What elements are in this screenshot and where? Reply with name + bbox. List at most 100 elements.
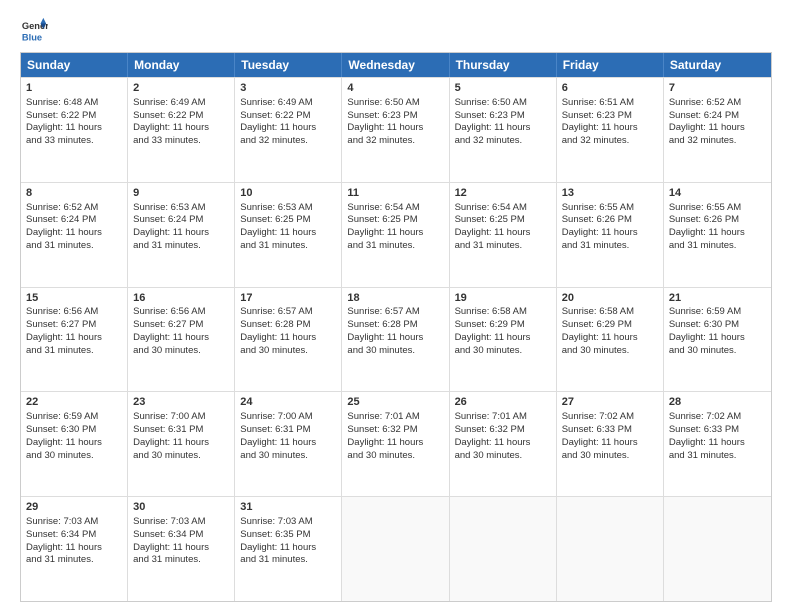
calendar-cell: 8 Sunrise: 6:52 AM Sunset: 6:24 PM Dayli… bbox=[21, 183, 128, 287]
sunrise-label: Sunrise: 6:59 AM bbox=[669, 306, 741, 317]
sunset-label: Sunset: 6:27 PM bbox=[26, 319, 96, 330]
logo: General Blue bbox=[20, 16, 52, 44]
daylight-minutes: and 30 minutes. bbox=[562, 450, 630, 461]
calendar-cell: 15 Sunrise: 6:56 AM Sunset: 6:27 PM Dayl… bbox=[21, 288, 128, 392]
sunset-label: Sunset: 6:34 PM bbox=[133, 529, 203, 540]
daylight-minutes: and 33 minutes. bbox=[26, 135, 94, 146]
daylight-label: Daylight: 11 hours bbox=[240, 542, 316, 553]
page: General Blue SundayMondayTuesdayWednesda… bbox=[0, 0, 792, 612]
sunset-label: Sunset: 6:27 PM bbox=[133, 319, 203, 330]
calendar-header: SundayMondayTuesdayWednesdayThursdayFrid… bbox=[21, 53, 771, 77]
sunset-label: Sunset: 6:24 PM bbox=[133, 214, 203, 225]
calendar-cell: 18 Sunrise: 6:57 AM Sunset: 6:28 PM Dayl… bbox=[342, 288, 449, 392]
daylight-minutes: and 31 minutes. bbox=[240, 240, 308, 251]
sunset-label: Sunset: 6:34 PM bbox=[26, 529, 96, 540]
sunset-label: Sunset: 6:24 PM bbox=[669, 110, 739, 121]
calendar-cell: 14 Sunrise: 6:55 AM Sunset: 6:26 PM Dayl… bbox=[664, 183, 771, 287]
daylight-minutes: and 30 minutes. bbox=[669, 345, 737, 356]
sunset-label: Sunset: 6:23 PM bbox=[347, 110, 417, 121]
sunset-label: Sunset: 6:29 PM bbox=[562, 319, 632, 330]
sunrise-label: Sunrise: 7:02 AM bbox=[669, 411, 741, 422]
daylight-label: Daylight: 11 hours bbox=[26, 227, 102, 238]
calendar-cell: 24 Sunrise: 7:00 AM Sunset: 6:31 PM Dayl… bbox=[235, 392, 342, 496]
calendar-cell: 2 Sunrise: 6:49 AM Sunset: 6:22 PM Dayli… bbox=[128, 78, 235, 182]
day-number: 2 bbox=[133, 81, 229, 96]
sunrise-label: Sunrise: 6:55 AM bbox=[669, 202, 741, 213]
daylight-minutes: and 30 minutes. bbox=[455, 450, 523, 461]
sunset-label: Sunset: 6:23 PM bbox=[562, 110, 632, 121]
day-number: 31 bbox=[240, 500, 336, 515]
calendar-cell: 13 Sunrise: 6:55 AM Sunset: 6:26 PM Dayl… bbox=[557, 183, 664, 287]
daylight-label: Daylight: 11 hours bbox=[669, 437, 745, 448]
daylight-minutes: and 31 minutes. bbox=[669, 240, 737, 251]
daylight-label: Daylight: 11 hours bbox=[26, 542, 102, 553]
sunrise-label: Sunrise: 6:53 AM bbox=[133, 202, 205, 213]
day-number: 11 bbox=[347, 186, 443, 201]
calendar-cell: 5 Sunrise: 6:50 AM Sunset: 6:23 PM Dayli… bbox=[450, 78, 557, 182]
sunrise-label: Sunrise: 6:49 AM bbox=[133, 97, 205, 108]
logo-icon: General Blue bbox=[20, 16, 48, 44]
sunset-label: Sunset: 6:31 PM bbox=[133, 424, 203, 435]
sunset-label: Sunset: 6:25 PM bbox=[240, 214, 310, 225]
daylight-label: Daylight: 11 hours bbox=[133, 227, 209, 238]
sunset-label: Sunset: 6:25 PM bbox=[455, 214, 525, 225]
daylight-minutes: and 31 minutes. bbox=[133, 240, 201, 251]
daylight-label: Daylight: 11 hours bbox=[133, 542, 209, 553]
calendar: SundayMondayTuesdayWednesdayThursdayFrid… bbox=[20, 52, 772, 602]
daylight-minutes: and 31 minutes. bbox=[26, 554, 94, 565]
sunset-label: Sunset: 6:25 PM bbox=[347, 214, 417, 225]
day-number: 18 bbox=[347, 291, 443, 306]
daylight-label: Daylight: 11 hours bbox=[26, 122, 102, 133]
calendar-cell: 25 Sunrise: 7:01 AM Sunset: 6:32 PM Dayl… bbox=[342, 392, 449, 496]
daylight-minutes: and 32 minutes. bbox=[240, 135, 308, 146]
sunset-label: Sunset: 6:33 PM bbox=[562, 424, 632, 435]
daylight-minutes: and 30 minutes. bbox=[347, 450, 415, 461]
daylight-minutes: and 31 minutes. bbox=[133, 554, 201, 565]
sunrise-label: Sunrise: 7:03 AM bbox=[133, 516, 205, 527]
sunrise-label: Sunrise: 6:57 AM bbox=[347, 306, 419, 317]
calendar-cell: 19 Sunrise: 6:58 AM Sunset: 6:29 PM Dayl… bbox=[450, 288, 557, 392]
day-number: 29 bbox=[26, 500, 122, 515]
day-number: 1 bbox=[26, 81, 122, 96]
daylight-label: Daylight: 11 hours bbox=[133, 332, 209, 343]
sunrise-label: Sunrise: 7:00 AM bbox=[240, 411, 312, 422]
day-number: 22 bbox=[26, 395, 122, 410]
calendar-cell: 27 Sunrise: 7:02 AM Sunset: 6:33 PM Dayl… bbox=[557, 392, 664, 496]
daylight-minutes: and 31 minutes. bbox=[347, 240, 415, 251]
sunrise-label: Sunrise: 7:01 AM bbox=[455, 411, 527, 422]
sunset-label: Sunset: 6:33 PM bbox=[669, 424, 739, 435]
day-header: Wednesday bbox=[342, 53, 449, 77]
sunrise-label: Sunrise: 6:51 AM bbox=[562, 97, 634, 108]
day-header: Monday bbox=[128, 53, 235, 77]
calendar-cell bbox=[664, 497, 771, 601]
day-number: 23 bbox=[133, 395, 229, 410]
daylight-label: Daylight: 11 hours bbox=[347, 332, 423, 343]
calendar-cell: 11 Sunrise: 6:54 AM Sunset: 6:25 PM Dayl… bbox=[342, 183, 449, 287]
daylight-label: Daylight: 11 hours bbox=[26, 332, 102, 343]
sunrise-label: Sunrise: 7:02 AM bbox=[562, 411, 634, 422]
daylight-minutes: and 30 minutes. bbox=[133, 450, 201, 461]
daylight-minutes: and 30 minutes. bbox=[26, 450, 94, 461]
sunset-label: Sunset: 6:22 PM bbox=[26, 110, 96, 121]
sunset-label: Sunset: 6:26 PM bbox=[669, 214, 739, 225]
calendar-row: 15 Sunrise: 6:56 AM Sunset: 6:27 PM Dayl… bbox=[21, 287, 771, 392]
day-number: 27 bbox=[562, 395, 658, 410]
calendar-cell: 3 Sunrise: 6:49 AM Sunset: 6:22 PM Dayli… bbox=[235, 78, 342, 182]
day-header: Sunday bbox=[21, 53, 128, 77]
day-number: 7 bbox=[669, 81, 766, 96]
sunrise-label: Sunrise: 6:54 AM bbox=[455, 202, 527, 213]
calendar-cell: 1 Sunrise: 6:48 AM Sunset: 6:22 PM Dayli… bbox=[21, 78, 128, 182]
calendar-cell: 12 Sunrise: 6:54 AM Sunset: 6:25 PM Dayl… bbox=[450, 183, 557, 287]
daylight-minutes: and 30 minutes. bbox=[240, 345, 308, 356]
sunset-label: Sunset: 6:31 PM bbox=[240, 424, 310, 435]
calendar-cell: 26 Sunrise: 7:01 AM Sunset: 6:32 PM Dayl… bbox=[450, 392, 557, 496]
sunrise-label: Sunrise: 6:50 AM bbox=[455, 97, 527, 108]
calendar-cell: 10 Sunrise: 6:53 AM Sunset: 6:25 PM Dayl… bbox=[235, 183, 342, 287]
daylight-label: Daylight: 11 hours bbox=[133, 437, 209, 448]
day-number: 16 bbox=[133, 291, 229, 306]
day-header: Saturday bbox=[664, 53, 771, 77]
daylight-minutes: and 32 minutes. bbox=[455, 135, 523, 146]
sunrise-label: Sunrise: 6:56 AM bbox=[26, 306, 98, 317]
sunrise-label: Sunrise: 7:00 AM bbox=[133, 411, 205, 422]
day-number: 19 bbox=[455, 291, 551, 306]
